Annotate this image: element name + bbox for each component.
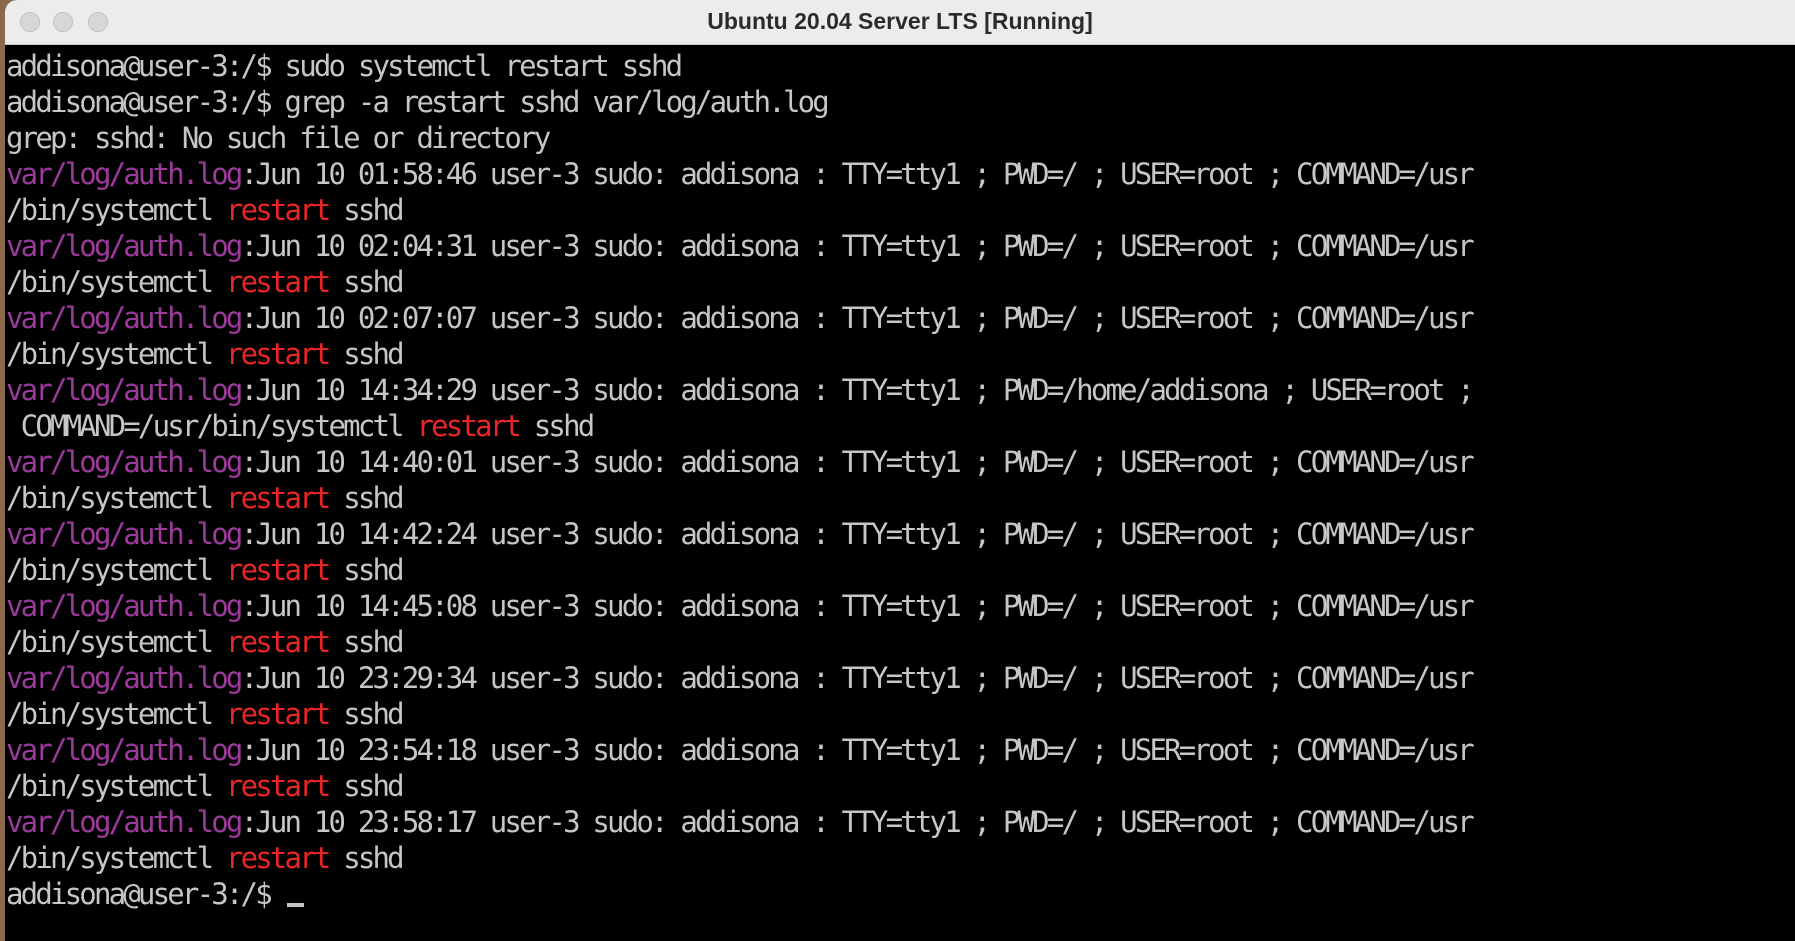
- log-entry-continuation: /bin/systemctl restart sshd: [6, 552, 1472, 588]
- log-entry-text: :Jun 10 02:04:31 user-3 sudo: addisona :…: [240, 229, 1475, 263]
- log-entry-line: var/log/auth.log:Jun 10 02:07:07 user-3 …: [6, 300, 1475, 336]
- command-text: sudo systemctl restart sshd: [284, 49, 684, 83]
- log-entry-line: var/log/auth.log:Jun 10 23:29:34 user-3 …: [6, 660, 1475, 696]
- log-entry-service: sshd: [328, 769, 404, 803]
- log-entry-line: var/log/auth.log:Jun 10 14:45:08 user-3 …: [6, 588, 1475, 624]
- grep-match: restart: [225, 769, 331, 803]
- log-entry-service: sshd: [328, 625, 404, 659]
- log-entry-service: sshd: [519, 409, 595, 443]
- log-entry-command: /bin/systemctl: [6, 625, 226, 659]
- log-entry-continuation: COMMAND=/usr/bin/systemctl restart sshd: [6, 408, 1472, 444]
- log-entry-line: var/log/auth.log:Jun 10 14:42:24 user-3 …: [6, 516, 1475, 552]
- prompt: addisona@user-3:/$: [6, 877, 285, 911]
- log-file-path: var/log/auth.log: [6, 373, 243, 407]
- log-entry-command: /bin/systemctl: [6, 841, 226, 875]
- grep-match: restart: [225, 841, 331, 875]
- log-entry-text: :Jun 10 14:40:01 user-3 sudo: addisona :…: [240, 445, 1475, 479]
- log-entry-text: :Jun 10 02:07:07 user-3 sudo: addisona :…: [240, 301, 1475, 335]
- log-entry-service: sshd: [328, 697, 404, 731]
- log-file-path: var/log/auth.log: [6, 805, 243, 839]
- log-entry-text: :Jun 10 14:45:08 user-3 sudo: addisona :…: [240, 589, 1475, 623]
- log-entry-line: var/log/auth.log:Jun 10 23:58:17 user-3 …: [6, 804, 1475, 840]
- log-file-path: var/log/auth.log: [6, 301, 243, 335]
- log-entry-text: :Jun 10 14:34:29 user-3 sudo: addisona :…: [240, 373, 1475, 407]
- terminal-output: addisona@user-3:/$ sudo systemctl restar…: [6, 48, 1475, 912]
- log-entry-command: /bin/systemctl: [6, 337, 226, 371]
- grep-match: restart: [416, 409, 521, 443]
- log-entry-command: /bin/systemctl: [6, 265, 226, 299]
- command-line: addisona@user-3:/$: [6, 876, 1472, 912]
- error-line: grep: sshd: No such file or directory: [6, 121, 551, 155]
- log-entry-continuation: /bin/systemctl restart sshd: [6, 192, 1472, 228]
- grep-match: restart: [225, 697, 331, 731]
- grep-match: restart: [225, 265, 331, 299]
- grep-match: restart: [225, 481, 331, 515]
- log-entry-service: sshd: [328, 193, 404, 227]
- log-entry-continuation: /bin/systemctl restart sshd: [6, 264, 1472, 300]
- text-cursor: [286, 903, 304, 907]
- command-line: addisona@user-3:/$ grep -a restart sshd …: [6, 84, 1472, 120]
- log-entry-command: /bin/systemctl: [6, 553, 226, 587]
- log-entry-continuation: /bin/systemctl restart sshd: [6, 696, 1472, 732]
- prompt: addisona@user-3:/$: [6, 85, 285, 119]
- log-entry-text: :Jun 10 14:42:24 user-3 sudo: addisona :…: [240, 517, 1475, 551]
- grep-match: restart: [225, 193, 331, 227]
- log-entry-service: sshd: [328, 481, 404, 515]
- log-entry-service: sshd: [328, 841, 404, 875]
- terminal-screen[interactable]: addisona@user-3:/$ sudo systemctl restar…: [5, 46, 1795, 941]
- log-entry-command: /bin/systemctl: [6, 481, 226, 515]
- command-text: grep -a restart sshd var/log/auth.log: [284, 85, 830, 119]
- log-entry-line: var/log/auth.log:Jun 10 14:34:29 user-3 …: [6, 372, 1475, 408]
- log-entry-text: :Jun 10 01:58:46 user-3 sudo: addisona :…: [240, 157, 1475, 191]
- log-entry-line: var/log/auth.log:Jun 10 01:58:46 user-3 …: [6, 156, 1475, 192]
- log-entry-command: /bin/systemctl: [6, 769, 226, 803]
- log-entry-command: /bin/systemctl: [6, 697, 226, 731]
- log-file-path: var/log/auth.log: [6, 229, 243, 263]
- log-entry-text: :Jun 10 23:58:17 user-3 sudo: addisona :…: [240, 805, 1475, 839]
- log-entry-continuation: /bin/systemctl restart sshd: [6, 480, 1472, 516]
- vm-window: Ubuntu 20.04 Server LTS [Running] addiso…: [5, 0, 1795, 941]
- log-file-path: var/log/auth.log: [6, 517, 243, 551]
- log-entry-service: sshd: [328, 337, 404, 371]
- log-entry-text: :Jun 10 23:54:18 user-3 sudo: addisona :…: [240, 733, 1475, 767]
- log-entry-command: COMMAND=/usr/bin/systemctl: [6, 409, 417, 443]
- log-entry-service: sshd: [328, 553, 404, 587]
- log-entry-line: var/log/auth.log:Jun 10 23:54:18 user-3 …: [6, 732, 1475, 768]
- log-entry-continuation: /bin/systemctl restart sshd: [6, 840, 1472, 876]
- title-bar[interactable]: Ubuntu 20.04 Server LTS [Running]: [5, 0, 1795, 45]
- log-file-path: var/log/auth.log: [6, 661, 243, 695]
- log-entry-service: sshd: [328, 265, 404, 299]
- log-file-path: var/log/auth.log: [6, 445, 243, 479]
- log-file-path: var/log/auth.log: [6, 733, 243, 767]
- window-title: Ubuntu 20.04 Server LTS [Running]: [707, 8, 1093, 34]
- log-entry-line: var/log/auth.log:Jun 10 14:40:01 user-3 …: [6, 444, 1475, 480]
- log-entry-continuation: /bin/systemctl restart sshd: [6, 768, 1472, 804]
- log-file-path: var/log/auth.log: [6, 157, 243, 191]
- log-entry-continuation: /bin/systemctl restart sshd: [6, 624, 1472, 660]
- grep-match: restart: [225, 553, 331, 587]
- grep-match: restart: [225, 337, 331, 371]
- command-line: addisona@user-3:/$ sudo systemctl restar…: [6, 48, 1472, 84]
- log-entry-command: /bin/systemctl: [6, 193, 226, 227]
- log-file-path: var/log/auth.log: [6, 589, 243, 623]
- grep-match: restart: [225, 625, 331, 659]
- prompt: addisona@user-3:/$: [6, 49, 285, 83]
- log-entry-continuation: /bin/systemctl restart sshd: [6, 336, 1472, 372]
- log-entry-line: var/log/auth.log:Jun 10 02:04:31 user-3 …: [6, 228, 1475, 264]
- log-entry-text: :Jun 10 23:29:34 user-3 sudo: addisona :…: [240, 661, 1475, 695]
